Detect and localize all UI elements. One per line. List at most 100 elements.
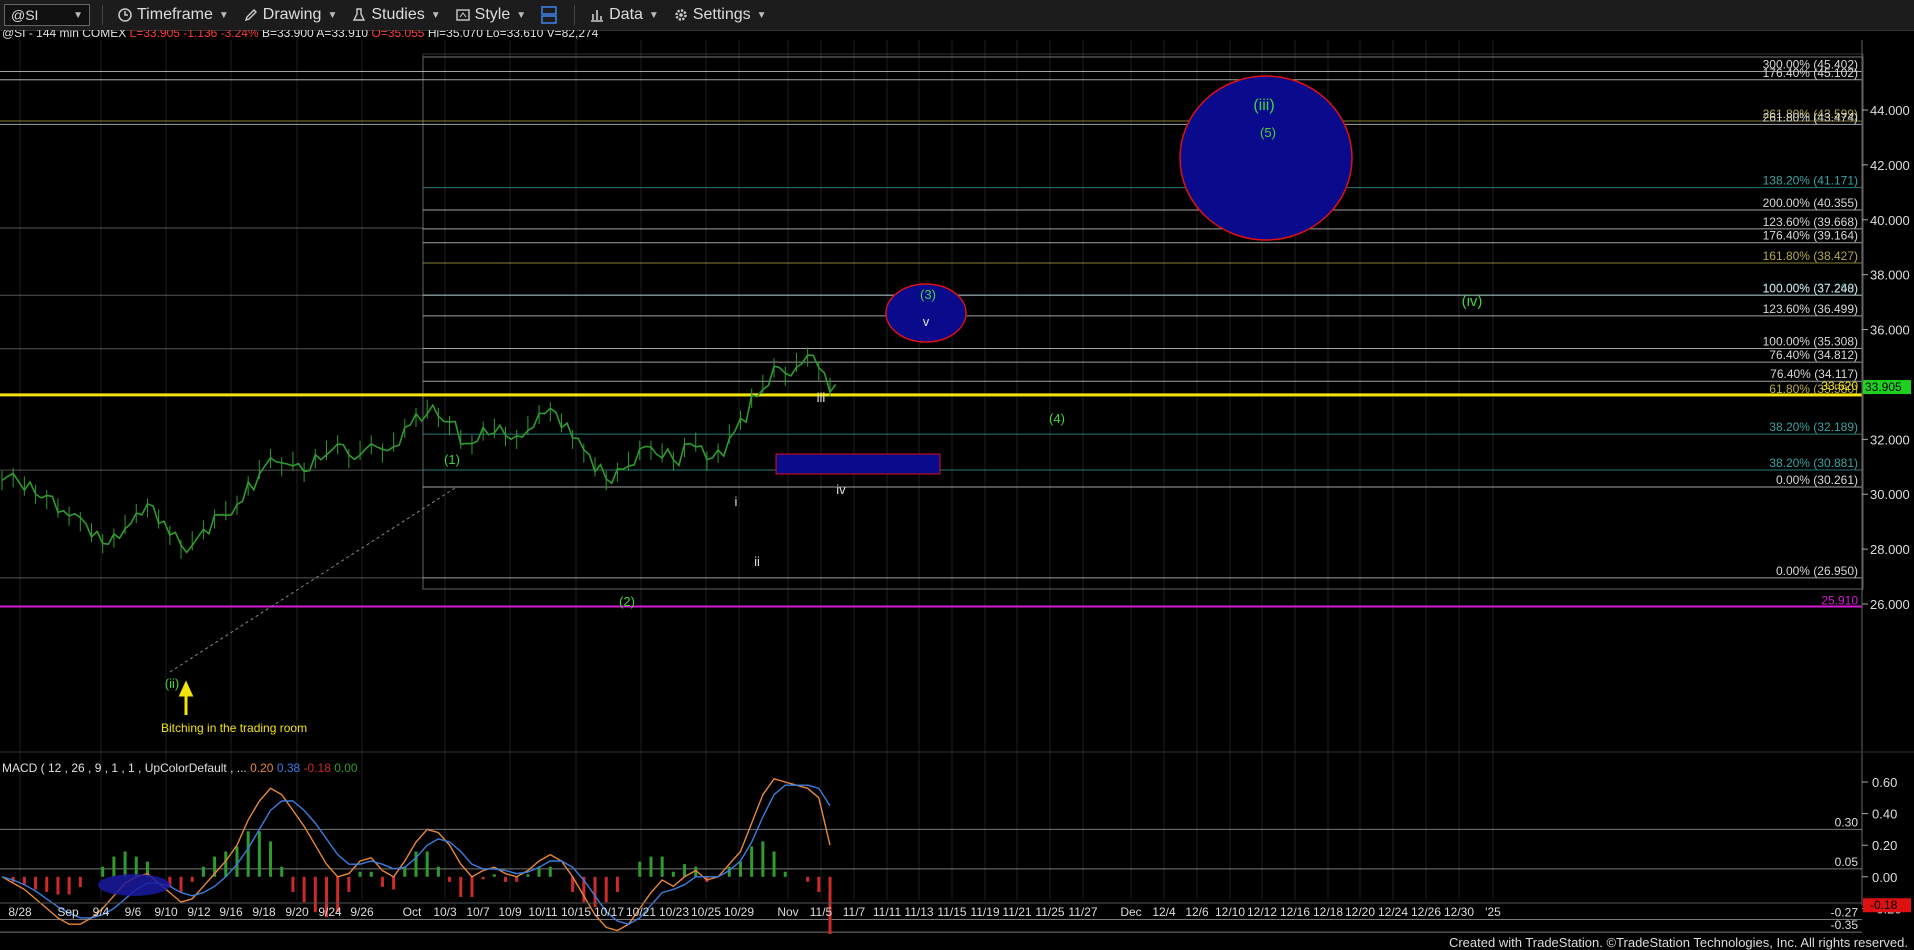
settings-label: Settings [692, 6, 751, 23]
macd-level-label: 0.30 [1835, 815, 1859, 829]
time-tick-label: 11/15 [937, 905, 966, 919]
style-label: Style [474, 6, 511, 23]
wave-label: (4) [1049, 411, 1065, 426]
studies-label: Studies [371, 6, 425, 23]
fib-level-label: 123.60% (39.668) [1763, 215, 1858, 229]
drawing-label: Drawing [262, 6, 322, 23]
time-tick-label: 12/26 [1411, 905, 1441, 919]
time-tick-label: 10/3 [433, 905, 457, 919]
time-tick-label: 12/24 [1378, 905, 1408, 919]
time-tick-label: 12/30 [1444, 905, 1474, 919]
time-tick-label: 9/16 [219, 905, 243, 919]
time-tick-label: 11/19 [970, 905, 999, 919]
fib-level-label: 138.20% (41.171) [1763, 174, 1858, 188]
time-tick-label: 9/10 [154, 905, 178, 919]
wave-label: (3) [920, 287, 936, 302]
chevron-down-icon: ▼ [73, 9, 83, 21]
symbol-selector[interactable]: @SI ▼ [4, 4, 90, 26]
time-tick-label: 9/12 [187, 905, 211, 919]
time-tick-label: Sep [57, 905, 79, 919]
macd-tick-label: 0.00 [1872, 870, 1897, 885]
time-tick-label: 11/21 [1002, 905, 1031, 919]
time-tick-label: 11/7 [843, 905, 866, 919]
time-tick-label: 10/7 [466, 905, 490, 919]
time-tick-label: 11/27 [1068, 905, 1097, 919]
fib-level-label: 0.00% (30.261) [1776, 473, 1858, 487]
wave-label: (ii) [165, 676, 179, 691]
arrow-up-icon [178, 680, 194, 715]
time-tick-label: 9/6 [125, 905, 142, 919]
time-tick-label: 11/11 [873, 905, 902, 919]
wave-label: ii [754, 554, 760, 569]
copyright-footer: Created with TradeStation. ©TradeStation… [1448, 935, 1908, 950]
timeframe-label: Timeframe [137, 6, 213, 23]
chevron-down-icon: ▼ [648, 9, 659, 21]
toolbar-divider [574, 5, 576, 25]
fib-level-label: 76.40% (34.812) [1769, 348, 1858, 362]
toolbar: @SI ▼ Timeframe ▼ Drawing ▼ Studies ▼ Style… [0, 0, 1914, 31]
time-tick-label: Oct [403, 905, 422, 919]
time-tick-label: 10/29 [724, 905, 754, 919]
quote-header: @SI - 144 min COMEX L=33.905 -1.136 -3.2… [2, 30, 599, 40]
price-tick-label: 26.000 [1870, 597, 1910, 612]
time-tick-label: 10/9 [498, 905, 522, 919]
chevron-down-icon: ▼ [327, 9, 338, 21]
fib-frame-outer [422, 53, 1864, 590]
time-tick-label: 10/15 [561, 905, 591, 919]
chevron-down-icon: ▼ [516, 9, 527, 21]
time-tick-label: '25 [1485, 905, 1501, 919]
time-tick-label: 9/20 [285, 905, 309, 919]
data-label: Data [609, 6, 643, 23]
fib-level-label: 176.40% (45.102) [1763, 66, 1858, 80]
time-tick-label: 11/13 [904, 905, 933, 919]
wave-label: (1) [444, 452, 460, 467]
bar-chart-icon [591, 10, 604, 22]
macd-level-label: 0.05 [1835, 855, 1859, 869]
fib-level-label: 38.20% (32.189) [1769, 420, 1858, 434]
data-button[interactable]: Data ▼ [589, 6, 659, 24]
wave-label: (iv) [1462, 293, 1483, 310]
time-tick-label: 9/26 [350, 905, 374, 919]
time-tick-label: 10/23 [659, 905, 689, 919]
time-tick-label: 12/4 [1152, 905, 1176, 919]
fib-level-label: 123.60% (36.499) [1763, 302, 1858, 316]
style-button[interactable]: Style ▼ [455, 6, 526, 24]
fib-frame [422, 56, 1864, 590]
time-tick-label: 9/18 [252, 905, 276, 919]
wave-label: iii [817, 390, 826, 405]
time-tick-label: 10/11 [528, 905, 557, 919]
macd-current-label: -0.18 [1870, 898, 1898, 912]
macd-tick-label: 0.60 [1872, 775, 1897, 790]
time-tick-label: 10/21 [626, 905, 656, 919]
price-tick-label: 40.000 [1870, 213, 1910, 228]
pencil-icon [244, 9, 257, 22]
fib-level-label: 38.20% (30.881) [1769, 456, 1858, 470]
macd-tick-label: 0.20 [1872, 838, 1897, 853]
wave-label: (5) [1260, 125, 1276, 140]
time-tick-label: 9/24 [318, 905, 342, 919]
wave-label: (2) [619, 594, 635, 609]
layout-button[interactable] [540, 5, 562, 25]
marked-price-label: 33.620 [1821, 379, 1858, 393]
price-chart[interactable]: @SI - 144 min COMEX L=33.905 -1.136 -3.2… [0, 30, 1914, 934]
chevron-down-icon: ▼ [756, 9, 767, 21]
studies-button[interactable]: Studies ▼ [351, 6, 441, 24]
wave-label: v [923, 314, 930, 329]
symbol-text: @SI [11, 7, 39, 23]
clock-icon [118, 8, 132, 22]
wave-label: (iii) [1253, 97, 1274, 114]
fib-level-label: 0.00% (26.950) [1776, 564, 1858, 578]
drawing-button[interactable]: Drawing ▼ [243, 6, 338, 24]
macd-header: MACD ( 12 , 26 , 9 , 1 , 1 , UpColorDefa… [2, 761, 358, 775]
macd-tick-label: 0.40 [1872, 807, 1897, 822]
chevron-down-icon: ▼ [430, 9, 441, 21]
toolbar-divider [102, 5, 103, 25]
price-tick-label: 30.000 [1870, 487, 1910, 502]
time-tick-label: 11/5 [810, 905, 833, 919]
settings-button[interactable]: Settings ▼ [673, 6, 767, 24]
price-tick-label: 36.000 [1870, 323, 1910, 338]
time-tick-label: 11/25 [1035, 905, 1064, 919]
fib-level-label: 200.00% (40.355) [1763, 196, 1858, 210]
time-tick-label: 10/17 [594, 905, 624, 919]
timeframe-button[interactable]: Timeframe ▼ [117, 6, 229, 24]
